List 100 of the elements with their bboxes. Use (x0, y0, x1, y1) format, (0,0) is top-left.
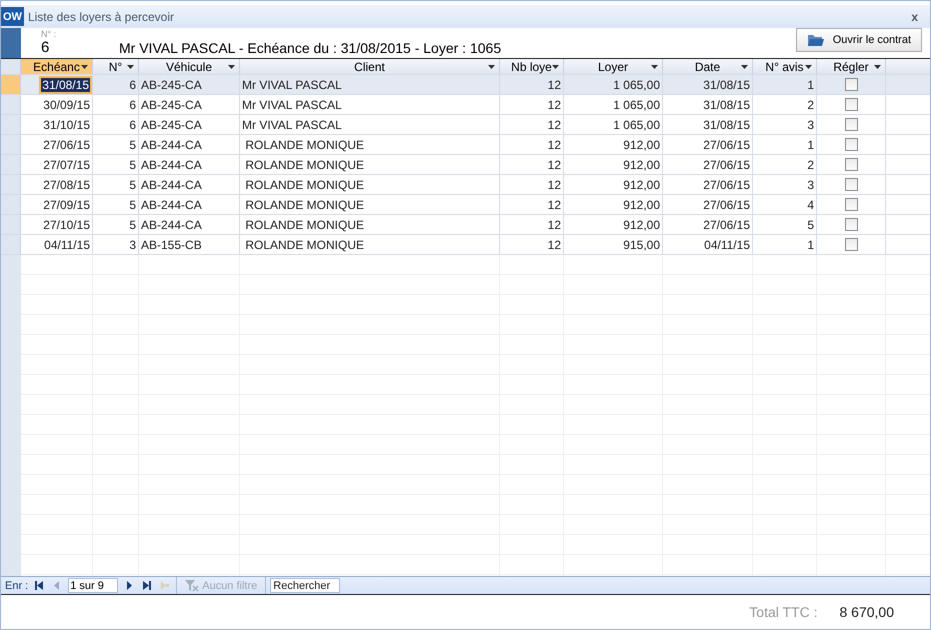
settle-checkbox[interactable] (844, 198, 858, 211)
filter-icon (185, 580, 200, 592)
due-date-cell: 04/11/15 (21, 235, 93, 254)
number-label: N° : (41, 29, 56, 39)
column-header[interactable]: N° (93, 59, 139, 74)
rent-cell: 915,00 (564, 235, 663, 254)
vehicle-cell: AB-244-CA (139, 135, 240, 154)
app-logo: OW (1, 7, 24, 26)
total-label: Total TTC : (749, 604, 818, 620)
previous-icon (53, 581, 62, 590)
folder-icon (806, 33, 825, 47)
settle-checkbox[interactable] (844, 158, 858, 171)
vehicle-cell: AB-244-CA (139, 195, 240, 214)
caret-icon (651, 65, 658, 69)
client-cell: ROLANDE MONIQUE (240, 175, 500, 194)
vehicle-cell: AB-155-CB (139, 235, 240, 254)
header-side-bar (1, 28, 21, 58)
rent-cell: 912,00 (564, 215, 663, 234)
column-header[interactable]: Echéanc (21, 59, 93, 74)
due-date-cell: 31/10/15 (21, 115, 93, 134)
rent-cell: 1 065,00 (564, 95, 663, 114)
client-cell: ROLANDE MONIQUE (240, 155, 500, 174)
vehicle-cell: AB-245-CA (139, 115, 240, 134)
column-header[interactable]: N° avis (753, 59, 817, 74)
caret-icon (805, 65, 812, 69)
settle-checkbox[interactable] (844, 78, 858, 91)
date-cell: 31/08/15 (663, 115, 753, 134)
caret-icon (741, 65, 748, 69)
number-value: 6 (41, 39, 50, 56)
settle-checkbox[interactable] (844, 98, 858, 111)
notice-cell: 5 (753, 215, 817, 234)
new-record-icon (161, 581, 170, 590)
column-header[interactable]: Client (240, 59, 500, 74)
settle-checkbox[interactable] (844, 118, 858, 131)
client-cell: ROLANDE MONIQUE (240, 195, 500, 214)
close-button[interactable]: x (911, 10, 918, 24)
vehicle-cell: AB-245-CA (139, 95, 240, 114)
date-cell: 27/06/15 (663, 195, 753, 214)
notice-cell: 1 (753, 75, 817, 94)
due-date-cell: 27/09/15 (21, 195, 93, 214)
number-cell: 5 (93, 175, 139, 194)
column-header[interactable]: Véhicule (139, 59, 240, 74)
settle-checkbox[interactable] (844, 178, 858, 191)
settle-checkbox[interactable] (844, 238, 858, 251)
notice-cell: 4 (753, 195, 817, 214)
client-cell: Mr VIVAL PASCAL (240, 115, 500, 134)
number-cell: 5 (93, 195, 139, 214)
settle-checkbox[interactable] (844, 218, 858, 231)
first-icon (35, 581, 44, 590)
number-cell: 6 (93, 115, 139, 134)
rent-cell: 912,00 (564, 175, 663, 194)
date-cell: 31/08/15 (663, 75, 753, 94)
column-header[interactable]: Date (663, 59, 753, 74)
rent-cell: 912,00 (564, 155, 663, 174)
client-cell: Mr VIVAL PASCAL (240, 95, 500, 114)
number-cell: 3 (93, 235, 139, 254)
next-icon (125, 581, 134, 590)
record-position-field[interactable]: 1 sur 9 (68, 578, 118, 593)
count-cell: 12 (500, 235, 564, 254)
date-cell: 27/06/15 (663, 175, 753, 194)
number-cell: 5 (93, 155, 139, 174)
due-date-cell: 27/10/15 (21, 215, 93, 234)
caret-icon (228, 65, 235, 69)
search-field[interactable]: Rechercher (270, 578, 340, 593)
count-cell: 12 (500, 95, 564, 114)
client-cell: ROLANDE MONIQUE (240, 215, 500, 234)
date-cell: 27/06/15 (663, 135, 753, 154)
caret-icon (81, 65, 88, 69)
open-contract-button[interactable]: Ouvrir le contrat (796, 28, 922, 52)
notice-cell: 3 (753, 175, 817, 194)
column-header[interactable]: Nb loye (500, 59, 564, 74)
due-date-cell: 30/09/15 (21, 95, 93, 114)
count-cell: 12 (500, 75, 564, 94)
rent-cell: 912,00 (564, 195, 663, 214)
number-cell: 5 (93, 135, 139, 154)
vehicle-cell: AB-244-CA (139, 175, 240, 194)
client-cell: ROLANDE MONIQUE (240, 135, 500, 154)
vehicle-cell: AB-245-CA (139, 75, 240, 94)
due-date-cell: 27/08/15 (21, 175, 93, 194)
due-date-cell: 27/06/15 (21, 135, 93, 154)
column-header[interactable]: Loyer (564, 59, 663, 74)
rent-cell: 912,00 (564, 135, 663, 154)
date-cell: 27/06/15 (663, 155, 753, 174)
number-cell: 6 (93, 95, 139, 114)
column-header[interactable]: Régler (817, 59, 886, 74)
date-cell: 27/06/15 (663, 215, 753, 234)
record-label: Enr : (5, 580, 28, 592)
caret-icon (552, 65, 559, 69)
settle-checkbox[interactable] (844, 138, 858, 151)
notice-cell: 2 (753, 155, 817, 174)
caret-icon (488, 65, 495, 69)
due-date-cell[interactable]: 31/08/15 (41, 78, 90, 92)
count-cell: 12 (500, 155, 564, 174)
summary-text: Mr VIVAL PASCAL - Echéance du : 31/08/2015 - Loyer : 1065 (119, 40, 502, 56)
client-cell: ROLANDE MONIQUE (240, 235, 500, 254)
notice-cell: 1 (753, 235, 817, 254)
client-cell: Mr VIVAL PASCAL (240, 75, 500, 94)
total-value: 8 670,00 (840, 604, 894, 620)
date-cell: 31/08/15 (663, 95, 753, 114)
count-cell: 12 (500, 215, 564, 234)
